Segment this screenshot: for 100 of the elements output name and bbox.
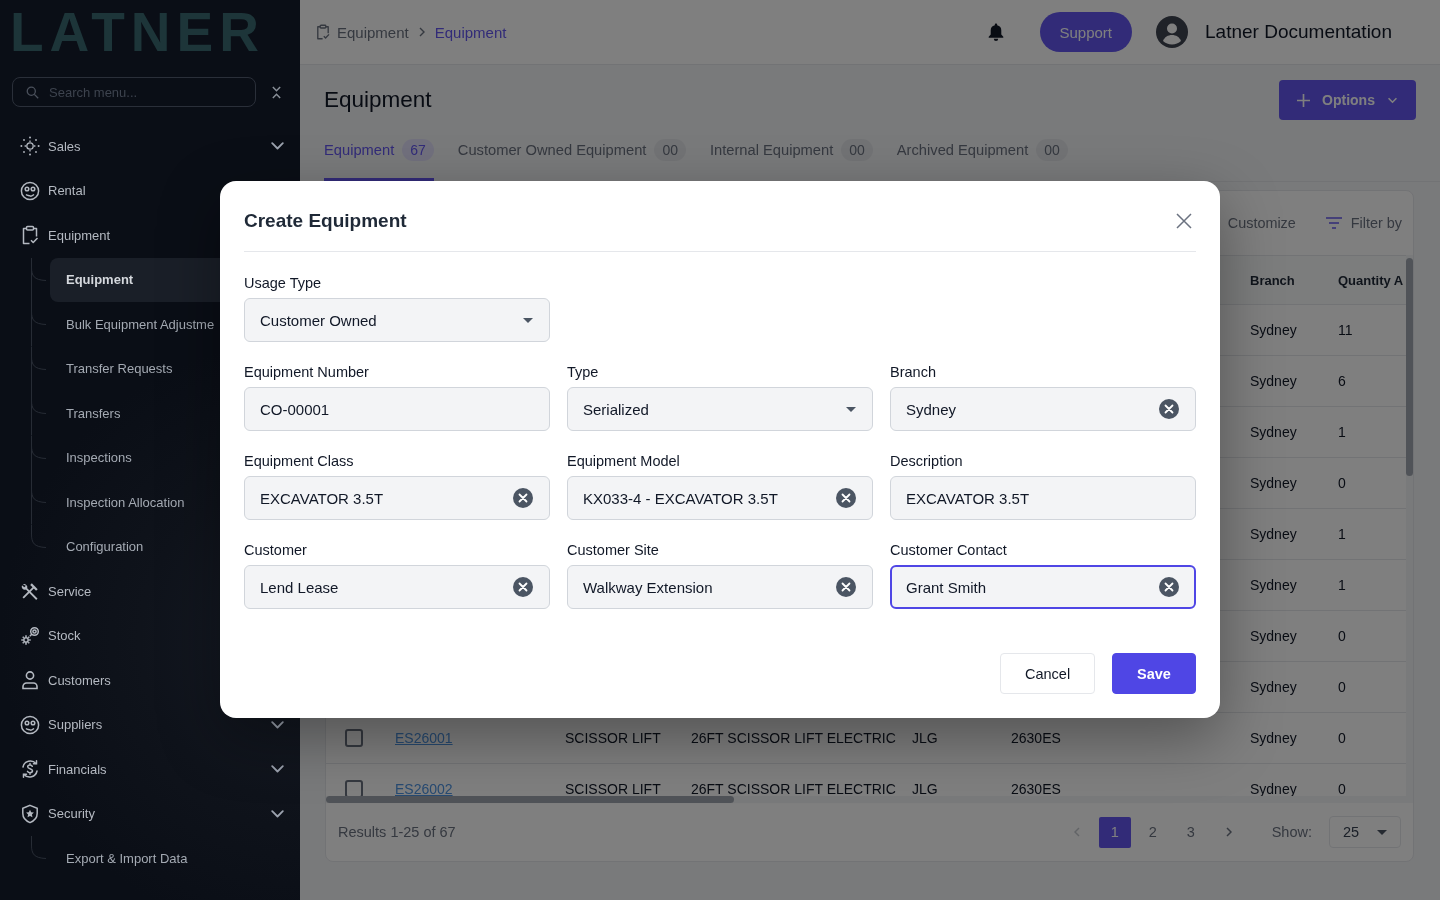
column-header[interactable]: Quantity A [1338,272,1404,288]
field-label: Customer Contact [890,541,1007,559]
dropdown-field[interactable]: Serialized [567,387,873,431]
dropdown-field[interactable]: Customer Owned [244,298,550,342]
field-label: Branch [890,363,936,381]
tree-line [31,836,46,859]
gears-icon [20,625,40,646]
text-field[interactable]: CO-00001 [244,387,550,431]
count-badge: 00 [654,139,686,161]
caret-down-icon [523,317,533,323]
bell-icon[interactable] [987,23,1004,41]
field-label: Description [890,452,963,470]
table-cell: Sydney [1250,628,1297,644]
caret-down-icon [1377,829,1387,835]
field-label: Equipment Model [567,452,680,470]
table-cell: Sydney [1250,679,1297,695]
sidebar-item[interactable]: Rental [0,168,300,213]
cancel-button[interactable]: Cancel [1000,653,1095,694]
close-icon[interactable] [1176,213,1192,229]
plus-icon [1297,93,1311,107]
caret-down-icon [846,406,856,412]
clearable-field[interactable]: EXCAVATOR 3.5T [244,476,550,520]
table-cell: 0 [1338,475,1346,491]
table-cell: SCISSOR LIFT [565,730,661,746]
field-label: Equipment Class [244,452,354,470]
sidebar-item[interactable]: Stock [0,613,300,658]
person-icon [20,670,40,691]
sidebar-item[interactable]: Security [0,791,300,836]
clear-icon[interactable] [836,577,856,597]
tree-line [31,302,46,347]
field-label: Customer Site [567,541,659,559]
count-badge: 00 [1036,139,1068,161]
sidebar-item[interactable]: Financials [0,747,300,792]
table-cell: 2630ES [1011,730,1061,746]
field-label: Equipment Number [244,363,369,381]
modal-title: Create Equipment [244,210,407,232]
show-label: Show: [1271,824,1312,840]
checkbox[interactable] [345,729,363,747]
clear-icon[interactable] [513,488,533,508]
chevron-right-icon [418,27,425,37]
clear-icon[interactable] [1159,577,1179,597]
table-cell: 0 [1338,781,1346,797]
tree-line [31,435,46,480]
table-cell: Sydney [1250,373,1297,389]
table-cell: SCISSOR LIFT [565,781,661,797]
table-cell: Sydney [1250,781,1297,797]
sun-icon [20,136,40,157]
clearable-field[interactable]: Sydney [890,387,1196,431]
page-size-dropdown[interactable]: 25 [1329,816,1401,848]
sidebar-item[interactable]: Customers [0,658,300,703]
clearable-field[interactable]: Lend Lease [244,565,550,609]
table-cell: 0 [1338,730,1346,746]
avatar-icon[interactable] [1156,16,1189,48]
clearable-field[interactable]: Walkway Extension [567,565,873,609]
page-title: Equipment [324,87,432,113]
sidebar-item[interactable]: Sales [0,124,300,169]
vertical-scrollbar[interactable] [1406,255,1413,803]
chevron-down-icon [1386,96,1398,104]
clear-icon[interactable] [513,577,533,597]
tree-line [31,257,46,302]
count-badge: 00 [841,139,873,161]
table-cell: 1 [1338,526,1346,542]
column-header[interactable]: Branch [1250,272,1295,288]
table-cell: 1 [1338,424,1346,440]
currency-cycle-icon [20,759,40,780]
smiley-icon [20,180,40,201]
table-cell: 11 [1338,322,1353,338]
table-cell: 0 [1338,628,1346,644]
count-badge: 67 [402,139,434,161]
tree-line [31,391,46,436]
filter-icon [1325,217,1342,229]
table-cell: 1 [1338,577,1346,593]
field-label: Customer [244,541,307,559]
collapse-icon[interactable] [271,84,282,100]
table-cell: 0 [1338,679,1346,695]
search-icon [26,85,39,99]
chevron-left-icon [1073,827,1080,837]
tools-icon [20,581,40,602]
table-cell: 6 [1338,373,1346,389]
clearable-field[interactable]: KX033-4 - EXCAVATOR 3.5T [567,476,873,520]
clear-icon[interactable] [836,488,856,508]
user-name: Latner Documentation [1205,21,1392,43]
text-field[interactable]: EXCAVATOR 3.5T [890,476,1196,520]
table-cell: JLG [912,781,938,797]
horizontal-scrollbar[interactable] [326,796,1406,803]
shield-star-icon [20,803,40,824]
table-cell: 26FT SCISSOR LIFT ELECTRIC [691,781,896,797]
chevron-right-icon [1225,827,1232,837]
clear-icon[interactable] [1159,399,1179,419]
save-button[interactable]: Save [1112,653,1196,694]
table-cell: 26FT SCISSOR LIFT ELECTRIC [691,730,896,746]
table-cell: Sydney [1250,475,1297,491]
table-cell: 2630ES [1011,781,1061,797]
sidebar-item[interactable]: Suppliers [0,702,300,747]
clearable-field[interactable]: Grant Smith [890,565,1196,609]
clipboard-check-icon [315,24,331,40]
table-cell: Sydney [1250,322,1297,338]
field-label: Type [567,363,599,381]
sidebar-subitem[interactable]: Export & Import Data [50,836,284,881]
tree-line [31,346,46,391]
